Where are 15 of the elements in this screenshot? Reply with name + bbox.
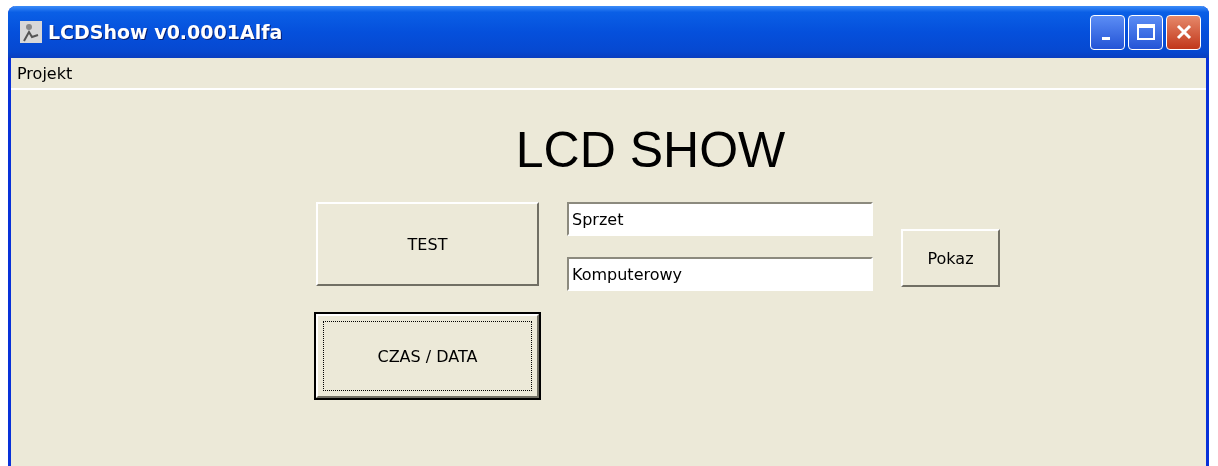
show-button[interactable]: Pokaz bbox=[901, 229, 1000, 287]
window-title: LCDShow v0.0001Alfa bbox=[48, 21, 284, 43]
maximize-icon bbox=[1136, 24, 1155, 40]
app-icon bbox=[20, 21, 42, 43]
text-field[interactable]: Sprzet bbox=[567, 202, 873, 236]
action-button[interactable]: CZAS / DATA bbox=[316, 314, 539, 398]
close-button[interactable] bbox=[1166, 14, 1201, 50]
app-heading: LCD SHOW bbox=[515, 121, 786, 180]
text-field[interactable]: Komputerowy bbox=[567, 257, 873, 291]
minimize-button[interactable] bbox=[1090, 14, 1125, 50]
menu-item[interactable]: Projekt bbox=[14, 63, 76, 83]
close-icon bbox=[1174, 23, 1193, 41]
action-button[interactable]: TEST bbox=[316, 202, 539, 286]
minimize-icon bbox=[1101, 36, 1110, 40]
maximize-button[interactable] bbox=[1128, 14, 1163, 50]
